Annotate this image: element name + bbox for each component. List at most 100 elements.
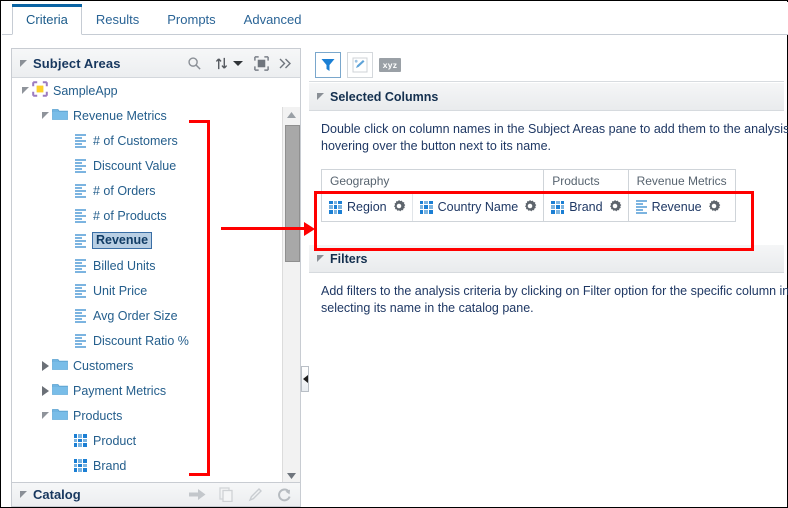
selected-columns-collapse-icon[interactable] [317,93,324,100]
tree-item[interactable]: Brand [12,453,282,478]
selected-columns-header[interactable]: Selected Columns [309,82,784,111]
subject-area-icon [32,81,48,100]
tree-item-label: Product [93,433,137,448]
tree-item[interactable]: # of Customers [12,128,282,153]
copy-icon[interactable] [217,486,235,504]
gear-icon[interactable] [392,199,406,216]
catalog-pane-header[interactable]: Catalog [11,482,301,507]
filters-header[interactable]: Filters [309,244,784,273]
attribute-icon [419,200,433,214]
scroll-up-arrow-icon[interactable] [283,107,300,123]
pane-splitter [301,48,309,485]
expand-triangle-icon[interactable] [38,112,52,119]
tree-item[interactable]: # of Products [12,203,282,228]
gear-icon[interactable] [608,199,622,216]
column-chip[interactable]: Region [322,193,413,221]
filters-help-line1: Add filters to the analysis criteria by … [321,284,788,298]
tree-item-label: Unit Price [93,283,148,298]
column-chip[interactable]: Revenue [628,193,727,221]
column-group-title: Products [544,170,628,193]
gear-icon[interactable] [707,199,721,216]
collapse-triangle-icon[interactable] [38,360,52,371]
tree-item[interactable]: SampleApp [12,78,282,103]
measure-icon [72,258,88,274]
measure-icon [74,158,86,173]
chevron-down-icon[interactable] [233,54,243,72]
subject-areas-title: Subject Areas [33,55,121,71]
tree-item[interactable]: Revenue [12,228,282,253]
measure-icon [72,308,88,324]
tree-item[interactable]: Revenue Metrics [12,103,282,128]
column-options-button[interactable] [608,199,622,216]
tree-vertical-scrollbar[interactable] [282,107,300,484]
expand-triangle-icon[interactable] [18,87,32,94]
measure-icon [74,333,86,348]
selected-columns-body: Double click on column names in the Subj… [309,111,788,222]
selected-columns-area: Geography Region Country Name Products Brand… [321,169,784,222]
attribute-icon [329,200,342,214]
splitter-handle[interactable] [301,366,309,392]
search-icon[interactable] [185,54,203,72]
subject-areas-toolbar [185,54,300,72]
tree-item[interactable]: Payment Metrics [12,378,282,403]
tree-item[interactable]: Discount Value [12,153,282,178]
tree-item-label: Billed Units [93,258,156,273]
tree-item[interactable]: Billed Units [12,253,282,278]
xyz-icon[interactable]: xyz [379,57,401,72]
filters-help-line2: selecting its name in the catalog pane. [321,301,534,315]
edit-icon[interactable] [246,486,264,504]
tab-results[interactable]: Results [82,4,153,35]
tree-item[interactable]: # of Orders [12,178,282,203]
measure-icon [72,333,88,349]
tab-criteria[interactable]: Criteria [12,4,82,35]
more-icon[interactable] [279,54,292,72]
filters-collapse-icon[interactable] [317,255,324,262]
column-group: Revenue Metrics Revenue [628,170,735,221]
tree-item[interactable]: Products [12,403,282,428]
collapse-triangle-icon[interactable] [38,385,52,396]
tree-item[interactable]: Customers [12,353,282,378]
collapse-triangle-icon[interactable] [20,59,27,67]
measure-icon [72,158,88,174]
sort-icon[interactable] [212,54,230,72]
attribute-icon [72,433,88,449]
tab-advanced[interactable]: Advanced [230,4,316,35]
tree-item[interactable]: Unit Price [12,278,282,303]
column-chip-label: Revenue [651,200,702,214]
column-options-button[interactable] [707,199,721,216]
folder-icon [52,408,68,424]
selected-columns-table: Geography Region Country Name Products Brand… [321,169,736,222]
tree-item-label: Customers [73,358,134,373]
column-chip[interactable]: Brand [544,193,628,221]
arrow-right-icon[interactable] [188,486,206,504]
scrollbar-thumb[interactable] [285,125,300,262]
tree-item-label: Brand [93,458,127,473]
catalog-collapse-triangle-icon[interactable] [20,491,27,498]
refresh-view-icon[interactable] [252,54,270,72]
refresh-icon[interactable] [275,486,293,504]
tree-item-label: Discount Ratio % [93,333,189,348]
folder-icon [52,108,68,124]
tree-item[interactable]: Product [12,428,282,453]
application-window: Criteria Results Prompts Advanced Subjec… [0,0,788,508]
column-options-button[interactable] [523,199,537,216]
measure-icon [74,183,86,198]
column-chip-label: Country Name [437,200,519,214]
tree-item[interactable]: Discount Ratio % [12,328,282,353]
column-group: Products Brand [544,170,629,221]
measure-icon [72,283,88,299]
tree-item[interactable]: Avg Order Size [12,303,282,328]
edit-formula-icon[interactable] [347,51,373,78]
column-chip-list: Region Country Name [322,193,544,221]
filter-icon[interactable] [315,51,341,78]
tab-prompts[interactable]: Prompts [153,4,229,35]
folder-icon [52,383,68,399]
column-chip[interactable]: Country Name [412,193,544,221]
tree-item-label: # of Orders [93,183,156,198]
column-options-button[interactable] [392,199,406,216]
tree-item-label: Revenue Metrics [73,108,167,123]
column-group-title: Geography [322,170,544,193]
gear-icon[interactable] [523,199,537,216]
expand-triangle-icon[interactable] [38,412,52,419]
folder-icon [52,383,68,399]
